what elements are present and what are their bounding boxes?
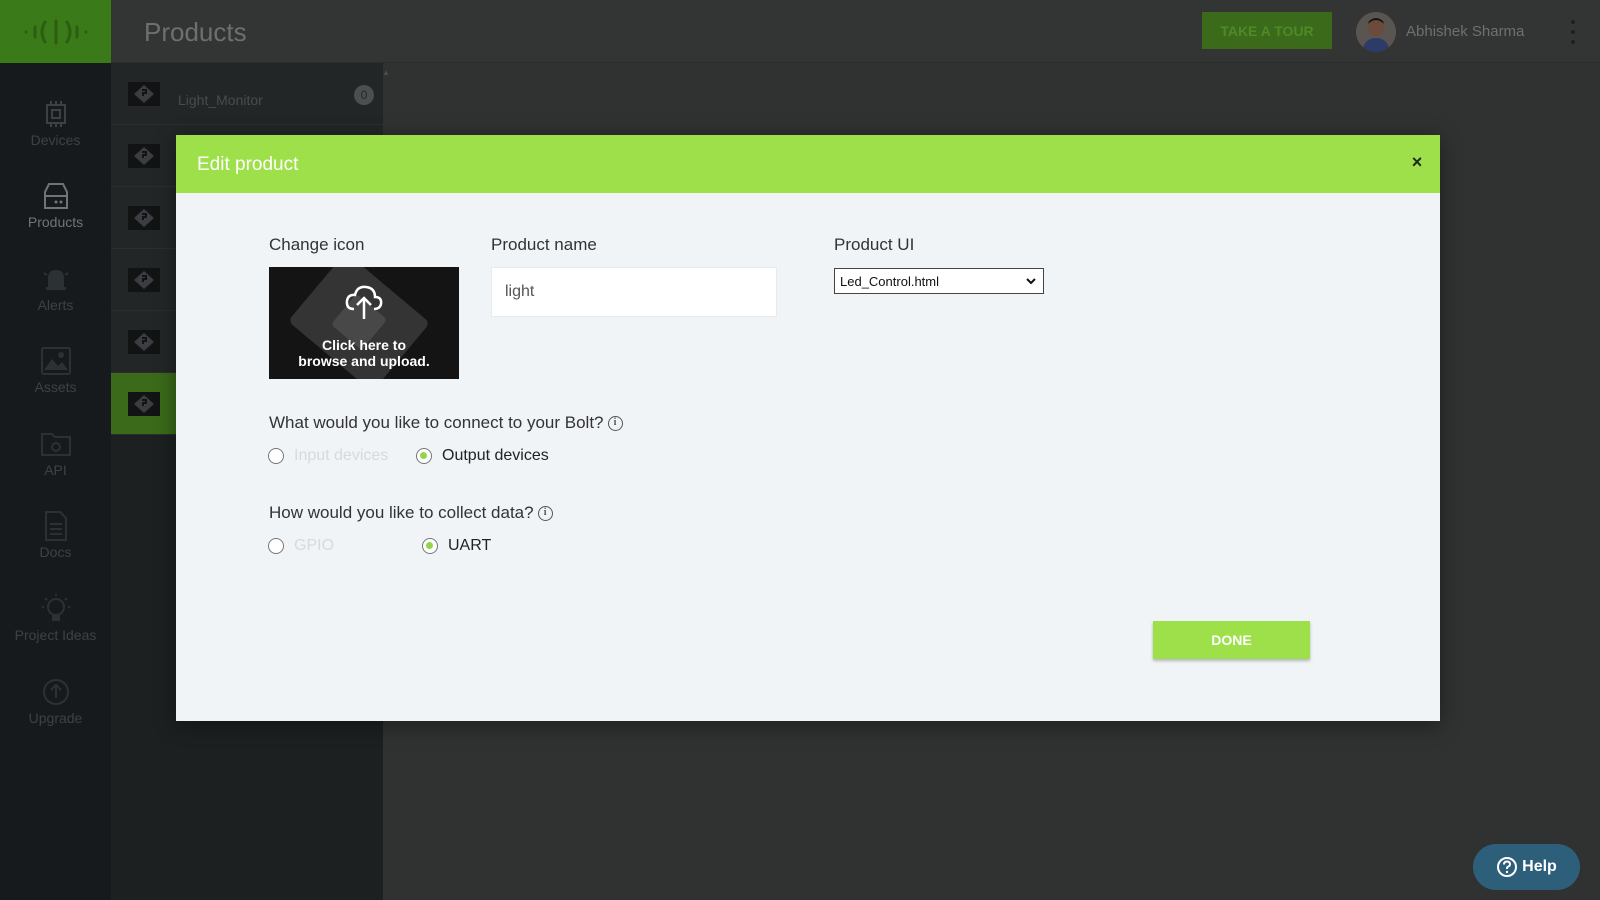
product-box-icon	[43, 183, 68, 209]
page-title: Products	[144, 17, 247, 47]
product-name-label: Product name	[491, 235, 597, 254]
collect-question: How would you like to collect data? i	[269, 503, 553, 523]
diamond-chip-icon	[134, 147, 154, 165]
image-icon	[40, 347, 71, 375]
product-icon	[128, 330, 160, 354]
left-nav: Devices Products Alerts Assets API Docs …	[0, 0, 111, 900]
upload-line-2: browse and upload.	[298, 353, 430, 369]
output-devices-label[interactable]: Output devices	[442, 447, 549, 465]
modal-header: Edit product ×	[176, 135, 1440, 193]
input-devices-label[interactable]: Input devices	[294, 447, 388, 465]
product-name-input[interactable]	[491, 267, 777, 317]
nav-products-label: Products	[27, 214, 84, 230]
info-icon[interactable]: i	[607, 416, 623, 432]
diamond-chip-icon	[134, 395, 154, 413]
cloud-upload-icon	[345, 285, 383, 319]
avatar[interactable]	[1356, 12, 1396, 52]
modal-title: Edit product	[197, 154, 299, 175]
product-ui-select[interactable]: Led_Control.html	[834, 268, 1044, 294]
diamond-chip-icon	[134, 333, 154, 351]
user-name[interactable]: Abhishek Sharma	[1406, 23, 1524, 40]
upload-instructions: Click here to browse and upload.	[269, 337, 459, 369]
done-button[interactable]: DONE	[1153, 621, 1310, 659]
bolt-logo[interactable]	[0, 0, 111, 63]
chip-icon	[45, 101, 66, 127]
product-icon	[128, 268, 160, 292]
scroll-up-arrow-icon[interactable]: ▲	[382, 68, 392, 78]
product-icon	[128, 82, 160, 106]
nav-assets-label: Assets	[34, 379, 77, 395]
nav-docs-label: Docs	[39, 544, 72, 560]
take-a-tour-button[interactable]: TAKE A TOUR	[1202, 12, 1332, 49]
nav-devices[interactable]: Devices	[0, 90, 111, 170]
diamond-chip-icon	[134, 271, 154, 289]
nav-devices-label: Devices	[30, 132, 81, 148]
gpio-radio[interactable]	[268, 538, 284, 554]
product-name: Light_Monitor	[178, 92, 263, 108]
nav-project-ideas[interactable]: Project Ideas	[0, 585, 111, 665]
top-header: Products TAKE A TOUR Abhishek Sharma	[111, 0, 1600, 63]
uart-radio[interactable]	[422, 538, 438, 554]
product-ui-selected: Led_Control.html	[840, 273, 939, 289]
product-count-badge: 0	[354, 85, 374, 105]
product-ui-label: Product UI	[834, 235, 915, 254]
help-label: Help	[1522, 858, 1557, 875]
list-item[interactable]: Light_Monitor 0	[111, 63, 383, 125]
nav-alerts[interactable]: Alerts	[0, 255, 111, 335]
signal-logo-icon	[24, 19, 87, 44]
collect-question-text: How would you like to collect data?	[269, 503, 534, 522]
output-devices-radio[interactable]	[416, 448, 432, 464]
edit-product-modal: Edit product × Change icon Click here to…	[176, 135, 1440, 721]
nav-project-ideas-label: Project Ideas	[14, 627, 97, 643]
info-icon[interactable]: i	[537, 506, 553, 522]
chevron-down-icon	[1026, 278, 1036, 285]
connect-question-text: What would you like to connect to your B…	[269, 413, 604, 432]
change-icon-label: Change icon	[269, 235, 365, 254]
product-icon	[128, 206, 160, 230]
nav-api-label: API	[44, 462, 67, 478]
icon-upload-area[interactable]: Click here to browse and upload.	[269, 267, 459, 379]
api-folder-icon	[40, 433, 71, 456]
nav-upgrade-label: Upgrade	[28, 710, 83, 726]
lightbulb-icon	[41, 594, 70, 621]
diamond-chip-icon	[134, 209, 154, 227]
connect-question: What would you like to connect to your B…	[269, 413, 623, 433]
product-icon	[128, 144, 160, 168]
upgrade-icon	[42, 679, 69, 705]
nav-upgrade[interactable]: Upgrade	[0, 668, 111, 748]
input-devices-radio[interactable]	[268, 448, 284, 464]
user-avatar-icon	[1356, 12, 1396, 52]
nav-products[interactable]: Products	[0, 172, 111, 252]
bell-icon	[42, 270, 69, 290]
nav-alerts-label: Alerts	[37, 297, 74, 313]
nav-docs[interactable]: Docs	[0, 502, 111, 582]
nav-api[interactable]: API	[0, 420, 111, 500]
close-icon[interactable]: ×	[1407, 152, 1427, 172]
gpio-label[interactable]: GPIO	[294, 537, 334, 555]
question-circle-icon	[1497, 857, 1518, 877]
more-menu-icon[interactable]	[1568, 20, 1578, 44]
uart-label[interactable]: UART	[448, 537, 491, 555]
help-button[interactable]: Help	[1473, 844, 1580, 890]
product-icon	[128, 392, 160, 416]
upload-line-1: Click here to	[321, 337, 407, 353]
document-icon	[44, 511, 67, 541]
diamond-chip-icon	[134, 85, 154, 103]
nav-assets[interactable]: Assets	[0, 337, 111, 417]
